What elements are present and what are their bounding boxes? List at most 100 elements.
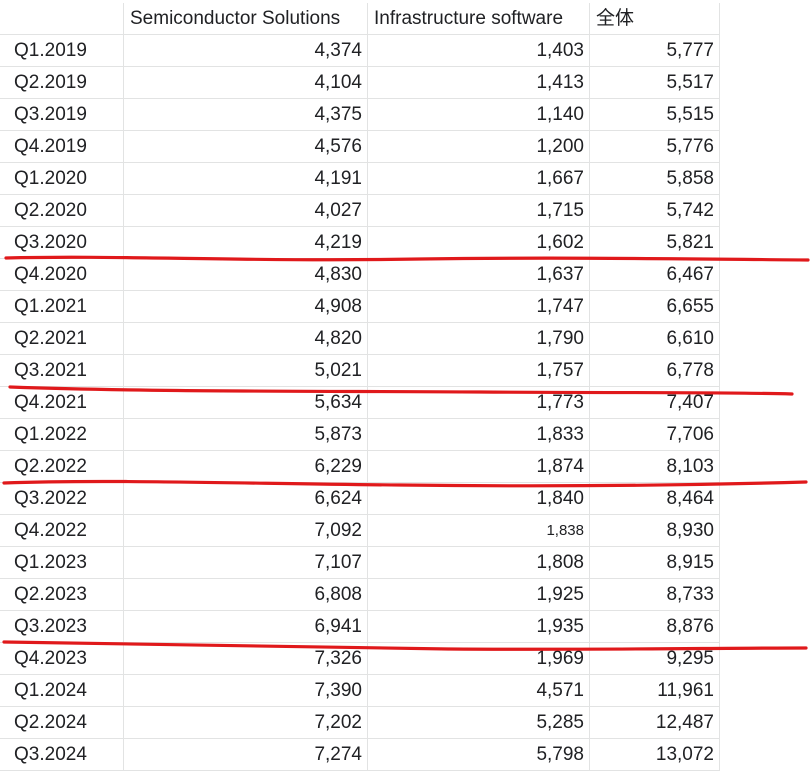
- period-cell[interactable]: Q3.2024: [0, 739, 124, 771]
- infrastructure-software-cell[interactable]: 1,602: [368, 227, 590, 259]
- infrastructure-software-cell[interactable]: 1,838: [368, 515, 590, 547]
- infrastructure-software-cell[interactable]: 1,715: [368, 195, 590, 227]
- infrastructure-software-cell[interactable]: 1,637: [368, 259, 590, 291]
- infrastructure-software-cell[interactable]: 1,790: [368, 323, 590, 355]
- total-cell[interactable]: 8,915: [590, 547, 720, 579]
- header-cell-semiconductor-solutions[interactable]: Semiconductor Solutions: [124, 3, 368, 35]
- infrastructure-software-cell[interactable]: 1,667: [368, 163, 590, 195]
- semiconductor-solutions-cell[interactable]: 4,219: [124, 227, 368, 259]
- infrastructure-software-cell[interactable]: 1,747: [368, 291, 590, 323]
- header-cell-infrastructure-software[interactable]: Infrastructure software: [368, 3, 590, 35]
- header-row: Semiconductor Solutions Infrastructure s…: [0, 3, 720, 35]
- total-cell[interactable]: 13,072: [590, 739, 720, 771]
- period-cell[interactable]: Q1.2023: [0, 547, 124, 579]
- period-cell[interactable]: Q1.2019: [0, 35, 124, 67]
- period-cell[interactable]: Q4.2019: [0, 131, 124, 163]
- infrastructure-software-cell[interactable]: 1,200: [368, 131, 590, 163]
- total-cell[interactable]: 6,655: [590, 291, 720, 323]
- semiconductor-solutions-cell[interactable]: 4,820: [124, 323, 368, 355]
- semiconductor-solutions-cell[interactable]: 7,274: [124, 739, 368, 771]
- total-cell[interactable]: 8,733: [590, 579, 720, 611]
- infrastructure-software-cell[interactable]: 1,413: [368, 67, 590, 99]
- period-cell[interactable]: Q1.2024: [0, 675, 124, 707]
- semiconductor-solutions-cell[interactable]: 4,191: [124, 163, 368, 195]
- infrastructure-software-cell[interactable]: 5,798: [368, 739, 590, 771]
- header-cell-period[interactable]: [0, 3, 124, 35]
- semiconductor-solutions-cell[interactable]: 7,107: [124, 547, 368, 579]
- total-cell[interactable]: 6,778: [590, 355, 720, 387]
- period-cell[interactable]: Q2.2023: [0, 579, 124, 611]
- infrastructure-software-cell[interactable]: 1,935: [368, 611, 590, 643]
- semiconductor-solutions-cell[interactable]: 6,941: [124, 611, 368, 643]
- total-cell[interactable]: 8,930: [590, 515, 720, 547]
- total-cell[interactable]: 5,742: [590, 195, 720, 227]
- period-cell[interactable]: Q3.2019: [0, 99, 124, 131]
- semiconductor-solutions-cell[interactable]: 4,104: [124, 67, 368, 99]
- period-cell[interactable]: Q2.2020: [0, 195, 124, 227]
- total-cell[interactable]: 6,610: [590, 323, 720, 355]
- period-cell[interactable]: Q4.2023: [0, 643, 124, 675]
- semiconductor-solutions-cell[interactable]: 4,027: [124, 195, 368, 227]
- semiconductor-solutions-cell[interactable]: 7,092: [124, 515, 368, 547]
- period-cell[interactable]: Q4.2022: [0, 515, 124, 547]
- infrastructure-software-cell[interactable]: 1,140: [368, 99, 590, 131]
- semiconductor-solutions-cell[interactable]: 4,374: [124, 35, 368, 67]
- infrastructure-software-cell[interactable]: 1,840: [368, 483, 590, 515]
- total-cell[interactable]: 12,487: [590, 707, 720, 739]
- semiconductor-solutions-cell[interactable]: 4,375: [124, 99, 368, 131]
- period-cell[interactable]: Q2.2021: [0, 323, 124, 355]
- total-cell[interactable]: 5,517: [590, 67, 720, 99]
- period-cell[interactable]: Q2.2019: [0, 67, 124, 99]
- semiconductor-solutions-cell[interactable]: 6,808: [124, 579, 368, 611]
- infrastructure-software-cell[interactable]: 1,757: [368, 355, 590, 387]
- semiconductor-solutions-cell[interactable]: 5,634: [124, 387, 368, 419]
- header-cell-total[interactable]: 全体: [590, 3, 720, 35]
- semiconductor-solutions-cell[interactable]: 5,873: [124, 419, 368, 451]
- infrastructure-software-cell[interactable]: 4,571: [368, 675, 590, 707]
- total-cell[interactable]: 9,295: [590, 643, 720, 675]
- table-row: Q2.2019 4,104 1,413 5,517: [0, 67, 720, 99]
- table-row: Q4.2023 7,326 1,969 9,295: [0, 643, 720, 675]
- total-cell[interactable]: 5,777: [590, 35, 720, 67]
- semiconductor-solutions-cell[interactable]: 5,021: [124, 355, 368, 387]
- period-cell[interactable]: Q3.2022: [0, 483, 124, 515]
- table-row: Q3.2023 6,941 1,935 8,876: [0, 611, 720, 643]
- period-cell[interactable]: Q1.2022: [0, 419, 124, 451]
- period-cell[interactable]: Q1.2020: [0, 163, 124, 195]
- total-cell[interactable]: 5,776: [590, 131, 720, 163]
- semiconductor-solutions-cell[interactable]: 6,229: [124, 451, 368, 483]
- period-cell[interactable]: Q3.2021: [0, 355, 124, 387]
- infrastructure-software-cell[interactable]: 1,808: [368, 547, 590, 579]
- semiconductor-solutions-cell[interactable]: 4,908: [124, 291, 368, 323]
- period-cell[interactable]: Q4.2021: [0, 387, 124, 419]
- total-cell[interactable]: 6,467: [590, 259, 720, 291]
- total-cell[interactable]: 7,706: [590, 419, 720, 451]
- semiconductor-solutions-cell[interactable]: 7,326: [124, 643, 368, 675]
- semiconductor-solutions-cell[interactable]: 4,576: [124, 131, 368, 163]
- infrastructure-software-cell[interactable]: 1,773: [368, 387, 590, 419]
- total-cell[interactable]: 5,821: [590, 227, 720, 259]
- total-cell[interactable]: 11,961: [590, 675, 720, 707]
- total-cell[interactable]: 8,103: [590, 451, 720, 483]
- infrastructure-software-cell[interactable]: 1,874: [368, 451, 590, 483]
- total-cell[interactable]: 7,407: [590, 387, 720, 419]
- semiconductor-solutions-cell[interactable]: 7,390: [124, 675, 368, 707]
- period-cell[interactable]: Q3.2023: [0, 611, 124, 643]
- period-cell[interactable]: Q2.2024: [0, 707, 124, 739]
- semiconductor-solutions-cell[interactable]: 4,830: [124, 259, 368, 291]
- period-cell[interactable]: Q2.2022: [0, 451, 124, 483]
- total-cell[interactable]: 8,464: [590, 483, 720, 515]
- total-cell[interactable]: 8,876: [590, 611, 720, 643]
- infrastructure-software-cell[interactable]: 1,969: [368, 643, 590, 675]
- infrastructure-software-cell[interactable]: 1,925: [368, 579, 590, 611]
- infrastructure-software-cell[interactable]: 1,833: [368, 419, 590, 451]
- period-cell[interactable]: Q1.2021: [0, 291, 124, 323]
- period-cell[interactable]: Q3.2020: [0, 227, 124, 259]
- period-cell[interactable]: Q4.2020: [0, 259, 124, 291]
- infrastructure-software-cell[interactable]: 5,285: [368, 707, 590, 739]
- semiconductor-solutions-cell[interactable]: 6,624: [124, 483, 368, 515]
- total-cell[interactable]: 5,858: [590, 163, 720, 195]
- total-cell[interactable]: 5,515: [590, 99, 720, 131]
- infrastructure-software-cell[interactable]: 1,403: [368, 35, 590, 67]
- semiconductor-solutions-cell[interactable]: 7,202: [124, 707, 368, 739]
